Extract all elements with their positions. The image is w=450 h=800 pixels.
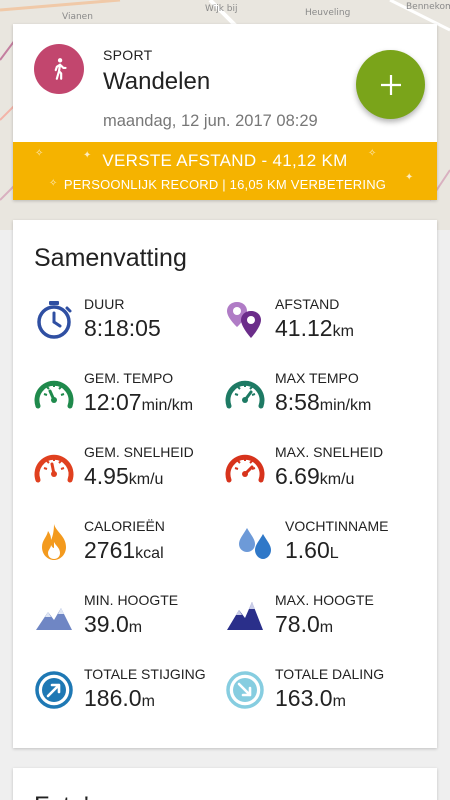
arrow-up-right-circle-icon <box>35 671 73 709</box>
stat-value: 163.0m <box>275 685 346 711</box>
activity-date[interactable]: maandag, 12 jun. 2017 08:29 <box>103 112 318 131</box>
summary-card: Samenvatting DUUR 8:18:05 AFSTAND 41.12k… <box>13 220 437 748</box>
stat-min-altitude[interactable]: MIN. HOOGTE 39.0m <box>34 592 234 652</box>
stat-total-ascent[interactable]: TOTALE STIJGING 186.0m <box>34 666 234 726</box>
stat-value: 186.0m <box>84 685 155 711</box>
personal-record-banner[interactable]: ✧ ✦ ✦ ✧ ✧ VERSTE AFSTAND - 41,12 KM PERS… <box>13 142 437 200</box>
stat-value: 6.69km/u <box>275 463 355 489</box>
sport-avatar[interactable] <box>34 44 84 94</box>
gauge-green-max-icon <box>225 380 265 409</box>
stat-max-speed[interactable]: MAX. SNELHEID 6.69km/u <box>225 444 425 504</box>
flame-icon <box>42 524 66 560</box>
photos-title: Foto's <box>34 792 101 800</box>
photos-card: Foto's <box>13 768 437 800</box>
stopwatch-icon <box>37 301 72 339</box>
stat-value: 12:07min/km <box>84 389 194 415</box>
stat-avg-speed[interactable]: GEM. SNELHEID 4.95km/u <box>34 444 234 504</box>
walking-person-icon <box>54 58 67 80</box>
stat-label: MAX. HOOGTE <box>275 592 374 608</box>
stat-duration[interactable]: DUUR 8:18:05 <box>34 296 234 356</box>
stat-calories[interactable]: CALORIEËN 2761kcal <box>34 518 234 578</box>
gauge-green-icon <box>34 380 74 409</box>
stat-value: 1.60L <box>285 537 339 563</box>
stat-label: MIN. HOOGTE <box>84 592 179 608</box>
stat-label: MAX. SNELHEID <box>275 444 384 460</box>
map-pins-icon <box>227 302 261 338</box>
stat-label: CALORIEËN <box>84 518 165 534</box>
stat-label: TOTALE DALING <box>275 666 385 682</box>
stat-label: GEM. SNELHEID <box>84 444 194 460</box>
map-label: Bennekom <box>406 2 450 12</box>
stat-max-pace[interactable]: MAX TEMPO 8:58min/km <box>225 370 425 430</box>
sport-name[interactable]: Wandelen <box>103 68 210 96</box>
stat-label: MAX TEMPO <box>275 370 359 386</box>
map-label: Heuveling <box>305 8 351 18</box>
stat-value: 4.95km/u <box>84 463 164 489</box>
stat-value: 78.0m <box>275 611 334 637</box>
summary-title: Samenvatting <box>34 244 187 272</box>
plus-icon <box>380 74 401 95</box>
record-title: VERSTE AFSTAND - 41,12 KM <box>102 151 348 170</box>
stat-value: 2761kcal <box>84 537 164 563</box>
stat-hydration[interactable]: VOCHTINNAME 1.60L <box>235 518 435 578</box>
stat-value: 8:58min/km <box>275 389 372 415</box>
gauge-red-icon <box>34 454 74 483</box>
stat-value: 41.12km <box>275 315 354 341</box>
stat-total-descent[interactable]: TOTALE DALING 163.0m <box>225 666 425 726</box>
stat-label: DUUR <box>84 296 125 312</box>
stat-label: VOCHTINNAME <box>285 518 389 534</box>
stat-distance[interactable]: AFSTAND 41.12km <box>225 296 425 356</box>
arrow-down-right-circle-icon <box>226 671 264 709</box>
map-label: Vianen <box>62 12 93 22</box>
mountain-light-icon <box>36 608 72 630</box>
gauge-red-max-icon <box>225 454 265 483</box>
stat-label: GEM. TEMPO <box>84 370 174 386</box>
water-drops-icon <box>239 528 271 559</box>
add-button[interactable] <box>356 50 425 119</box>
mountain-dark-icon <box>227 602 263 630</box>
sport-kicker: SPORT <box>103 47 153 63</box>
stat-label: AFSTAND <box>275 296 340 312</box>
record-subtitle: PERSOONLIJK RECORD | 16,05 KM VERBETERIN… <box>63 177 387 192</box>
stat-max-altitude[interactable]: MAX. HOOGTE 78.0m <box>225 592 425 652</box>
map-label: Wijk bij <box>205 4 238 14</box>
stat-value: 39.0m <box>84 611 143 637</box>
stat-avg-pace[interactable]: GEM. TEMPO 12:07min/km <box>34 370 234 430</box>
stat-value: 8:18:05 <box>84 315 161 341</box>
stat-label: TOTALE STIJGING <box>84 666 206 682</box>
